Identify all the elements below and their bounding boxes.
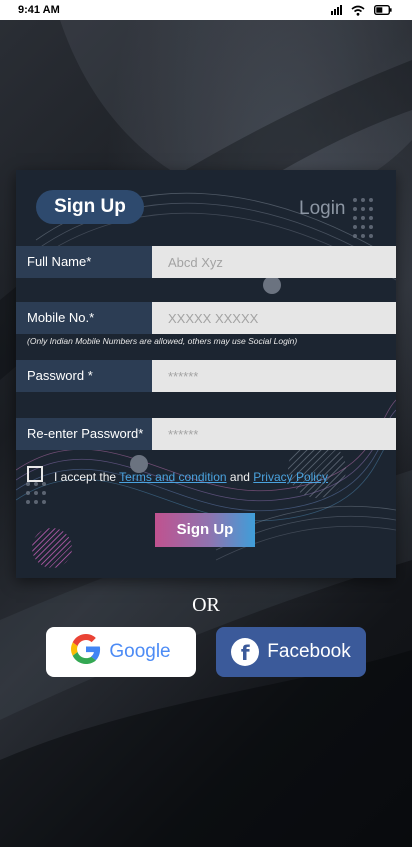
- full-name-row: Full Name*: [16, 246, 396, 278]
- full-name-label: Full Name*: [16, 246, 152, 278]
- password-row: Password *: [16, 360, 396, 392]
- accept-prefix: I accept the: [54, 470, 117, 484]
- full-name-input[interactable]: [152, 246, 396, 278]
- gradient-circle-decoration: [32, 528, 72, 568]
- privacy-policy-link[interactable]: Privacy Policy: [253, 470, 328, 484]
- mobile-input[interactable]: [152, 302, 396, 334]
- battery-icon: [374, 5, 392, 15]
- facebook-icon: f: [231, 638, 260, 666]
- reenter-password-label: Re-enter Password*: [16, 418, 152, 450]
- mobile-label: Mobile No.*: [16, 302, 152, 334]
- tab-signup[interactable]: Sign Up: [36, 190, 144, 224]
- terms-link[interactable]: Terms and condition: [119, 470, 226, 484]
- accept-terms-checkbox[interactable]: [27, 466, 43, 482]
- google-icon: [71, 634, 101, 670]
- tab-login[interactable]: Login: [299, 198, 346, 220]
- accept-terms-text: I accept the Terms and condition and Pri…: [54, 470, 328, 484]
- status-bar: 9:41 AM: [0, 0, 412, 20]
- signal-icon: [331, 5, 342, 15]
- password-input[interactable]: [152, 360, 396, 392]
- mobile-row: Mobile No.*: [16, 302, 396, 334]
- signup-card: Sign Up Login Full Name* Mobile No.* (On…: [16, 170, 396, 578]
- or-divider: OR: [192, 594, 220, 616]
- facebook-login-button[interactable]: f Facebook: [216, 627, 366, 677]
- reenter-password-input[interactable]: [152, 418, 396, 450]
- signup-submit-button[interactable]: Sign Up: [155, 513, 255, 547]
- accept-and: and: [229, 470, 250, 484]
- mobile-hint: (Only Indian Mobile Numbers are allowed,…: [27, 336, 298, 346]
- google-login-button[interactable]: Google: [46, 627, 196, 677]
- reenter-password-row: Re-enter Password*: [16, 418, 396, 450]
- grey-dot-decoration: [263, 276, 281, 294]
- status-time: 9:41 AM: [18, 4, 60, 16]
- wifi-icon: [351, 5, 365, 16]
- google-label: Google: [109, 641, 171, 662]
- facebook-label: Facebook: [267, 641, 351, 662]
- password-label: Password *: [16, 360, 152, 392]
